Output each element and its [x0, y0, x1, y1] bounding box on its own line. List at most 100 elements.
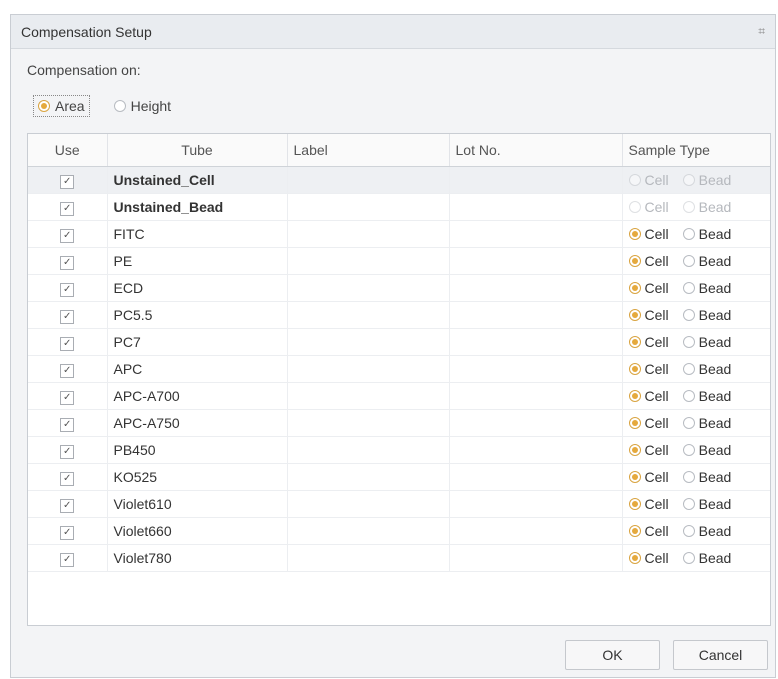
bead-radio-option[interactable]: Bead: [682, 361, 731, 377]
checkbox-icon[interactable]: ✓: [60, 337, 75, 351]
checkbox-icon[interactable]: ✓: [60, 202, 75, 216]
lot-cell[interactable]: [449, 220, 623, 248]
lot-cell[interactable]: [449, 436, 623, 464]
cell-radio-option[interactable]: Cell: [628, 226, 669, 242]
checkbox-icon[interactable]: ✓: [60, 175, 75, 189]
bead-radio-option[interactable]: Bead: [682, 253, 731, 269]
label-cell[interactable]: [287, 220, 450, 248]
checkbox-icon[interactable]: ✓: [60, 418, 75, 432]
checkbox-icon[interactable]: ✓: [60, 310, 75, 324]
checkbox-icon[interactable]: ✓: [60, 229, 75, 243]
cell-radio-option[interactable]: Cell: [628, 307, 669, 323]
checkbox-icon[interactable]: ✓: [60, 499, 75, 513]
lot-cell[interactable]: [449, 247, 623, 275]
label-cell[interactable]: [287, 355, 450, 383]
cell-radio-icon: [628, 363, 641, 375]
bead-radio-option[interactable]: Bead: [682, 280, 731, 296]
label-cell[interactable]: [287, 274, 450, 302]
column-header-tube[interactable]: Tube: [107, 134, 288, 167]
ok-button[interactable]: OK: [565, 640, 660, 670]
checkbox-icon[interactable]: ✓: [60, 364, 75, 378]
label-cell[interactable]: [287, 544, 450, 572]
cell-radio-option[interactable]: Cell: [628, 388, 669, 404]
cell-radio-option[interactable]: Cell: [628, 415, 669, 431]
close-icon[interactable]: ⌗: [758, 24, 765, 39]
label-cell[interactable]: [287, 409, 450, 437]
tube-grid[interactable]: Use Tube Label Lot No. Sample Type ✓ Unst…: [27, 133, 771, 626]
table-row[interactable]: ✓ Unstained_Cell Cell Bead: [28, 166, 770, 194]
table-row[interactable]: ✓ PC5.5 Cell Bead: [28, 301, 770, 329]
checkbox-icon[interactable]: ✓: [60, 445, 75, 459]
label-cell[interactable]: [287, 301, 450, 329]
cell-radio-option[interactable]: Cell: [628, 550, 669, 566]
label-cell[interactable]: [287, 517, 450, 545]
bead-radio-option[interactable]: Bead: [682, 307, 731, 323]
table-row[interactable]: ✓ PE Cell Bead: [28, 247, 770, 275]
table-row[interactable]: ✓ PC7 Cell Bead: [28, 328, 770, 356]
bead-radio-option[interactable]: Bead: [682, 388, 731, 404]
bead-radio-option[interactable]: Bead: [682, 550, 731, 566]
cell-radio-option[interactable]: Cell: [628, 253, 669, 269]
lot-cell[interactable]: [449, 517, 623, 545]
checkbox-icon[interactable]: ✓: [60, 472, 75, 486]
checkbox-icon[interactable]: ✓: [60, 391, 75, 405]
lot-cell[interactable]: [449, 463, 623, 491]
cell-radio-option[interactable]: Cell: [628, 361, 669, 377]
table-row[interactable]: ✓ FITC Cell Bead: [28, 220, 770, 248]
lot-cell[interactable]: [449, 301, 623, 329]
table-row[interactable]: ✓ APC-A700 Cell Bead: [28, 382, 770, 410]
height-radio-option[interactable]: Height: [110, 95, 175, 117]
column-header-sample-type[interactable]: Sample Type: [622, 134, 770, 167]
cell-radio-option[interactable]: Cell: [628, 469, 669, 485]
cancel-button[interactable]: Cancel: [673, 640, 768, 670]
bead-radio-option[interactable]: Bead: [682, 334, 731, 350]
cell-radio-option[interactable]: Cell: [628, 280, 669, 296]
bead-radio-option[interactable]: Bead: [682, 442, 731, 458]
label-cell[interactable]: [287, 490, 450, 518]
checkbox-icon[interactable]: ✓: [60, 526, 75, 540]
table-row[interactable]: ✓ Violet780 Cell Bead: [28, 544, 770, 572]
use-cell: ✓: [28, 328, 108, 356]
bead-radio-option[interactable]: Bead: [682, 523, 731, 539]
table-row[interactable]: ✓ ECD Cell Bead: [28, 274, 770, 302]
title-bar[interactable]: Compensation Setup ⌗: [11, 15, 775, 49]
lot-cell[interactable]: [449, 274, 623, 302]
table-row[interactable]: ✓ Unstained_Bead Cell Bead: [28, 193, 770, 221]
checkbox-icon[interactable]: ✓: [60, 283, 75, 297]
area-radio-option[interactable]: Area: [33, 95, 90, 117]
column-header-use[interactable]: Use: [28, 134, 108, 167]
table-row[interactable]: ✓ Violet660 Cell Bead: [28, 517, 770, 545]
checkbox-icon[interactable]: ✓: [60, 553, 75, 567]
cell-radio-option[interactable]: Cell: [628, 334, 669, 350]
lot-cell[interactable]: [449, 193, 623, 221]
lot-cell[interactable]: [449, 409, 623, 437]
lot-cell[interactable]: [449, 544, 623, 572]
label-cell[interactable]: [287, 328, 450, 356]
column-header-lot[interactable]: Lot No.: [449, 134, 623, 167]
table-row[interactable]: ✓ APC-A750 Cell Bead: [28, 409, 770, 437]
lot-cell[interactable]: [449, 382, 623, 410]
bead-radio-option[interactable]: Bead: [682, 469, 731, 485]
lot-cell[interactable]: [449, 490, 623, 518]
bead-radio-option[interactable]: Bead: [682, 496, 731, 512]
lot-cell[interactable]: [449, 166, 623, 194]
label-cell[interactable]: [287, 463, 450, 491]
bead-radio-option[interactable]: Bead: [682, 226, 731, 242]
label-cell[interactable]: [287, 382, 450, 410]
column-header-label[interactable]: Label: [287, 134, 450, 167]
table-row[interactable]: ✓ PB450 Cell Bead: [28, 436, 770, 464]
label-cell[interactable]: [287, 166, 450, 194]
label-cell[interactable]: [287, 247, 450, 275]
label-cell[interactable]: [287, 193, 450, 221]
bead-radio-option[interactable]: Bead: [682, 415, 731, 431]
table-row[interactable]: ✓ Violet610 Cell Bead: [28, 490, 770, 518]
checkbox-icon[interactable]: ✓: [60, 256, 75, 270]
cell-radio-option[interactable]: Cell: [628, 523, 669, 539]
cell-radio-option[interactable]: Cell: [628, 442, 669, 458]
table-row[interactable]: ✓ KO525 Cell Bead: [28, 463, 770, 491]
cell-radio-option[interactable]: Cell: [628, 496, 669, 512]
label-cell[interactable]: [287, 436, 450, 464]
table-row[interactable]: ✓ APC Cell Bead: [28, 355, 770, 383]
lot-cell[interactable]: [449, 328, 623, 356]
lot-cell[interactable]: [449, 355, 623, 383]
